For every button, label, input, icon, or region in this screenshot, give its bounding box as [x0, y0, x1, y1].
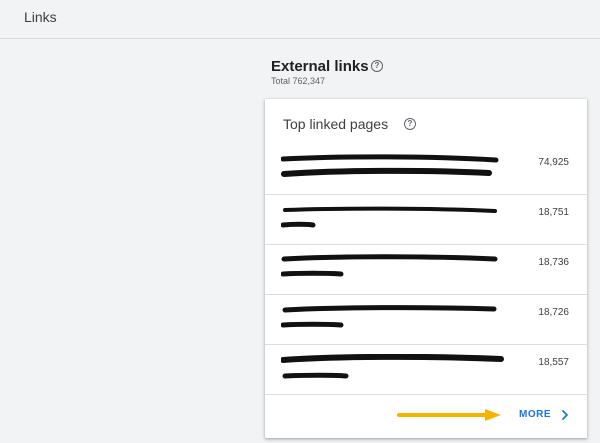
- table-row[interactable]: 18,736: [265, 245, 587, 295]
- card-title: Top linked pages: [283, 116, 389, 132]
- redacted-url[interactable]: [281, 354, 506, 386]
- link-count: 18,557: [538, 357, 569, 368]
- redacted-url[interactable]: [281, 154, 506, 186]
- page-title: Links: [24, 9, 57, 25]
- redaction-scribble: [281, 354, 504, 379]
- link-count: 18,751: [538, 207, 569, 218]
- top-linked-pages-card: Top linked pages ? 74,925 18,751 18,736 …: [265, 99, 587, 438]
- link-count: 18,726: [538, 307, 569, 318]
- redacted-url[interactable]: [281, 304, 506, 336]
- help-circle-icon[interactable]: ?: [404, 118, 416, 130]
- table-row[interactable]: 18,751: [265, 195, 587, 245]
- more-button[interactable]: MORE: [519, 409, 551, 420]
- yellow-arrow-icon: [397, 409, 501, 421]
- redaction-scribble: [281, 254, 498, 277]
- top-bar: Links: [0, 0, 600, 39]
- table-row[interactable]: 18,726: [265, 295, 587, 345]
- redacted-url[interactable]: [281, 254, 506, 286]
- link-count: 18,736: [538, 257, 569, 268]
- table-row[interactable]: 74,925: [265, 145, 587, 195]
- external-links-total: Total 762,347: [271, 76, 326, 86]
- external-links-title: External links: [271, 58, 369, 75]
- redacted-url[interactable]: [281, 204, 506, 236]
- redaction-scribble: [281, 305, 497, 328]
- link-count: 74,925: [538, 157, 569, 168]
- help-circle-icon[interactable]: ?: [371, 60, 383, 72]
- redaction-scribble: [281, 154, 499, 177]
- redaction-scribble: [281, 206, 497, 228]
- more-area: MORE: [265, 397, 587, 437]
- table-row[interactable]: 18,557: [265, 345, 587, 395]
- top-linked-pages-list: 74,925 18,751 18,736 18,726 18,557: [265, 145, 587, 395]
- chevron-right-icon[interactable]: [560, 409, 570, 421]
